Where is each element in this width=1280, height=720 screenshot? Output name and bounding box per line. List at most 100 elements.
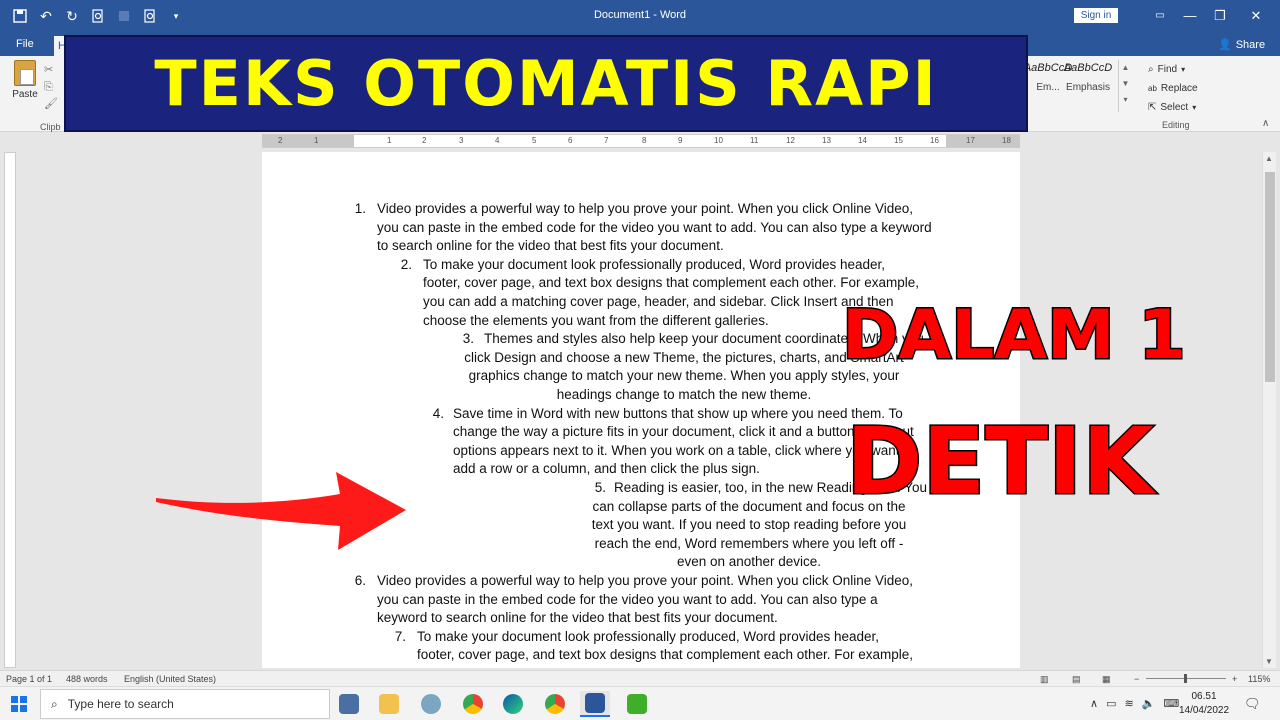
vertical-ruler[interactable] bbox=[4, 152, 16, 668]
paste-button[interactable]: Paste bbox=[10, 60, 40, 108]
ruler-left-margin bbox=[262, 135, 354, 147]
battery-icon[interactable]: ▭ bbox=[1106, 697, 1116, 710]
list-item-line: footer, cover page, and text box designs… bbox=[423, 275, 920, 291]
arrow-icon bbox=[156, 472, 406, 550]
print-layout-icon[interactable]: ▤ bbox=[1072, 674, 1081, 685]
notification-icon[interactable]: 🗨 bbox=[1244, 696, 1261, 712]
ruler-number: 9 bbox=[678, 136, 683, 145]
list-item-line: footer, cover page, and text box designs… bbox=[417, 647, 914, 663]
zoom-in-button[interactable]: + bbox=[1232, 674, 1237, 684]
chrome-icon-2[interactable] bbox=[540, 691, 570, 717]
camtasia-icon[interactable] bbox=[622, 691, 652, 717]
ruler-number: 13 bbox=[822, 136, 831, 145]
language-status[interactable]: English (United States) bbox=[124, 674, 216, 684]
more-styles-icon[interactable]: ▾ bbox=[1119, 92, 1132, 108]
clock[interactable]: 06.51 14/04/2022 bbox=[1178, 690, 1230, 718]
ruler-number: 15 bbox=[894, 136, 903, 145]
scroll-down-arrow-icon[interactable]: ▼ bbox=[1265, 657, 1273, 666]
zoom-level[interactable]: 115% bbox=[1248, 674, 1270, 684]
sign-in-button[interactable]: Sign in bbox=[1074, 8, 1118, 23]
minimize-button[interactable]: — bbox=[1178, 6, 1202, 26]
status-bar: Page 1 of 1 488 words English (United St… bbox=[0, 670, 1280, 686]
select-button[interactable]: ⇱ Select ▾ bbox=[1148, 98, 1198, 117]
editing-group: ⌕ Find ▾ ab Replace ⇱ Select ▾ bbox=[1148, 60, 1198, 117]
paste-label: Paste bbox=[12, 89, 38, 100]
file-explorer-icon[interactable] bbox=[374, 691, 404, 717]
vertical-scrollbar[interactable]: ▲ ▼ bbox=[1262, 152, 1276, 668]
ruler-number: 1 bbox=[387, 136, 392, 145]
list-number: 1. bbox=[354, 201, 366, 216]
keyboard-icon[interactable]: ⌨ bbox=[1163, 697, 1179, 710]
read-mode-icon[interactable]: ▥ bbox=[1040, 674, 1049, 685]
horizontal-ruler[interactable]: 2 1 1 2 3 4 5 6 7 8 9 10 11 12 13 14 15 16 17 18 bbox=[262, 134, 1020, 148]
edge-icon[interactable] bbox=[498, 691, 528, 717]
ruler-number: 16 bbox=[930, 136, 939, 145]
collapse-ribbon-icon[interactable]: ∧ bbox=[1262, 118, 1269, 129]
scroll-up-arrow-icon[interactable]: ▲ bbox=[1265, 154, 1273, 163]
clock-date: 14/04/2022 bbox=[1178, 705, 1230, 716]
page-count[interactable]: Page 1 of 1 bbox=[6, 674, 52, 684]
list-item-line: keyword to search online for the video t… bbox=[377, 610, 778, 626]
person-icon: 👤 bbox=[1218, 39, 1232, 51]
taskbar-search[interactable]: ⌕ Type here to search bbox=[40, 689, 330, 719]
style-emphasis[interactable]: AaBbCcD Emphasis bbox=[1062, 62, 1114, 108]
word-count[interactable]: 488 words bbox=[66, 674, 108, 684]
format-painter-icon[interactable]: 🖌 bbox=[44, 96, 58, 113]
tab-file[interactable]: File bbox=[16, 38, 34, 50]
scroll-down-icon[interactable]: ▼ bbox=[1119, 76, 1132, 92]
clipboard-icon bbox=[14, 60, 36, 86]
task-view-icon[interactable] bbox=[334, 691, 364, 717]
scrollbar-thumb[interactable] bbox=[1265, 172, 1275, 382]
chevron-down-icon: ▾ bbox=[1192, 103, 1197, 112]
ruler-number: 12 bbox=[786, 136, 795, 145]
list-item-line: reach the end, Word remembers where you … bbox=[594, 535, 904, 551]
ribbon-display-icon[interactable]: ▭ bbox=[1148, 6, 1172, 26]
list-item-line: to search online for the video that best… bbox=[377, 238, 724, 254]
chrome-icon[interactable] bbox=[458, 691, 488, 717]
overlay-text-line1: DALAM 1 bbox=[841, 295, 1188, 377]
find-button[interactable]: ⌕ Find ▾ bbox=[1148, 60, 1198, 79]
web-layout-icon[interactable]: ▦ bbox=[1102, 674, 1111, 685]
system-tray: ∧ ▭ ≋ 🔈 ⌨ bbox=[1090, 697, 1179, 710]
find-label: Find bbox=[1157, 64, 1178, 75]
list-number: 4. bbox=[432, 405, 444, 421]
volume-icon[interactable]: 🔈 bbox=[1142, 697, 1156, 710]
editing-group-label: Editing bbox=[1162, 120, 1190, 130]
list-item-line: To make your document look professionall… bbox=[417, 628, 880, 644]
list-item-line: Video provides a powerful way to help yo… bbox=[377, 573, 914, 588]
cut-icon[interactable]: ✂ bbox=[44, 62, 58, 79]
zoom-slider-thumb[interactable] bbox=[1184, 674, 1187, 683]
windows-icon bbox=[11, 696, 27, 712]
start-button[interactable] bbox=[0, 687, 38, 720]
list-item-line: Video provides a powerful way to help yo… bbox=[377, 201, 914, 216]
title-banner: TEKS OTOMATIS RAPI bbox=[64, 35, 1028, 132]
ruler-number: 6 bbox=[568, 136, 573, 145]
share-button[interactable]: 👤 Share bbox=[1218, 38, 1265, 52]
copy-icon[interactable]: ⎘ bbox=[44, 79, 58, 96]
list-number: 7. bbox=[394, 628, 406, 644]
word-taskbar-icon[interactable] bbox=[580, 691, 610, 717]
list-item-line: To make your document look professionall… bbox=[423, 256, 886, 272]
replace-button[interactable]: ab Replace bbox=[1148, 79, 1198, 98]
list-item-line: you can paste in the embed code for the … bbox=[377, 591, 878, 607]
search-icon: ⌕ bbox=[1148, 64, 1154, 75]
list-item-line: headings change to match the new theme. bbox=[556, 386, 812, 402]
list-item-line: add a row or a column, and then click th… bbox=[453, 461, 760, 477]
list-number: 6. bbox=[354, 573, 366, 588]
list-number: 5. bbox=[594, 480, 606, 495]
list-number: 2. bbox=[400, 256, 412, 272]
select-label: Select bbox=[1160, 102, 1189, 113]
chevron-up-icon[interactable]: ∧ bbox=[1090, 697, 1098, 710]
wifi-icon[interactable]: ≋ bbox=[1124, 697, 1133, 710]
search-icon: ⌕ bbox=[51, 696, 58, 711]
zoom-out-button[interactable]: − bbox=[1134, 674, 1139, 684]
scroll-up-icon[interactable]: ▲ bbox=[1119, 60, 1132, 76]
close-button[interactable]: ✕ bbox=[1244, 6, 1268, 26]
ruler-number: 3 bbox=[459, 136, 464, 145]
ruler-number: 7 bbox=[604, 136, 609, 145]
app-icon[interactable] bbox=[416, 691, 446, 717]
restore-button[interactable]: ❐ bbox=[1208, 6, 1232, 26]
clipboard-tools: ✂ ⎘ 🖌 bbox=[44, 62, 58, 113]
clock-time: 06.51 bbox=[1191, 691, 1217, 702]
styles-gallery-scroll[interactable]: ▲ ▼ ▾ bbox=[1118, 60, 1132, 112]
